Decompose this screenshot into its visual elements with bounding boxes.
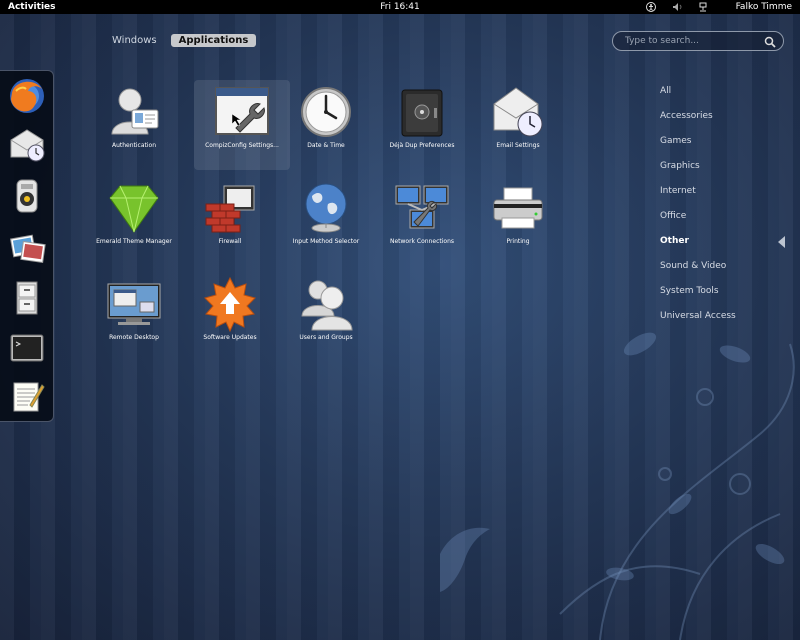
- globe-icon: [305, 183, 347, 233]
- app-label: CompizConfig Settings...: [205, 142, 279, 149]
- search-input[interactable]: [623, 35, 767, 47]
- file-cabinet-icon[interactable]: [6, 277, 48, 319]
- emerald-gem-icon: [109, 185, 159, 233]
- safe-icon: [401, 89, 443, 137]
- text-editor-icon[interactable]: [6, 375, 48, 417]
- app-remote-desktop[interactable]: Remote Desktop: [86, 272, 182, 362]
- remote-desktop-icon: [107, 283, 161, 325]
- category-internet[interactable]: Internet: [660, 184, 736, 209]
- terminal-icon[interactable]: [6, 327, 48, 369]
- email-settings-icon: [493, 87, 543, 137]
- category-sound-video[interactable]: Sound & Video: [660, 259, 736, 284]
- category-accessories[interactable]: Accessories: [660, 109, 736, 134]
- app-label: Input Method Selector: [292, 238, 360, 245]
- compizconfig-icon: [215, 87, 269, 135]
- app-compizconfig-settings[interactable]: CompizConfig Settings...: [194, 80, 290, 170]
- app-authentication[interactable]: Authentication: [86, 80, 182, 170]
- rhythmbox-icon[interactable]: [6, 175, 48, 217]
- activities-button[interactable]: Activities: [8, 0, 56, 14]
- accessibility-icon[interactable]: [646, 0, 656, 14]
- app-firewall[interactable]: Firewall: [182, 176, 278, 266]
- volume-icon[interactable]: [672, 0, 684, 14]
- app-deja-dup-preferences[interactable]: Déjà Dup Preferences: [374, 80, 470, 170]
- printer-icon: [493, 187, 543, 229]
- app-label: Emerald Theme Manager: [96, 238, 172, 245]
- firewall-icon: [205, 185, 255, 233]
- shotwell-photos-icon[interactable]: [6, 227, 48, 269]
- app-label: Date & Time: [307, 142, 345, 149]
- dash-favorites: [0, 70, 54, 422]
- search-box[interactable]: [612, 31, 784, 51]
- app-input-method-selector[interactable]: Input Method Selector: [278, 176, 374, 266]
- category-office[interactable]: Office: [660, 209, 736, 234]
- clock[interactable]: Fri 16:41: [380, 2, 420, 12]
- network-icon: [395, 185, 449, 229]
- category-universal-access[interactable]: Universal Access: [660, 309, 736, 334]
- app-label: Déjà Dup Preferences: [389, 142, 455, 149]
- user-menu[interactable]: Falko Timme: [736, 0, 792, 14]
- category-games[interactable]: Games: [660, 134, 736, 159]
- evolution-mail-icon[interactable]: [6, 123, 48, 165]
- software-update-icon: [204, 276, 256, 332]
- app-network-connections[interactable]: Network Connections: [374, 176, 470, 266]
- applications-tab[interactable]: Applications: [170, 34, 257, 47]
- network-status-icon[interactable]: [698, 0, 708, 14]
- app-emerald-theme-manager[interactable]: Emerald Theme Manager: [86, 176, 182, 266]
- search-icon: [764, 36, 776, 48]
- app-users-and-groups[interactable]: Users and Groups: [278, 272, 374, 362]
- authentication-icon: [111, 88, 159, 135]
- app-printing[interactable]: Printing: [470, 176, 566, 266]
- app-label: Network Connections: [389, 238, 455, 245]
- app-label: Users and Groups: [299, 334, 353, 341]
- app-label: Email Settings: [496, 142, 540, 149]
- category-all[interactable]: All: [660, 84, 736, 109]
- category-other[interactable]: Other: [660, 234, 736, 259]
- app-date-time[interactable]: Date & Time: [278, 80, 374, 170]
- app-label: Authentication: [111, 142, 157, 149]
- users-icon: [301, 280, 353, 331]
- app-software-updates[interactable]: Software Updates: [182, 272, 278, 362]
- firefox-icon[interactable]: [6, 75, 48, 117]
- clock-icon: [301, 87, 351, 137]
- app-label: Firewall: [218, 238, 242, 245]
- category-graphics[interactable]: Graphics: [660, 159, 736, 184]
- category-list: All Accessories Games Graphics Internet …: [660, 84, 736, 334]
- app-label: Printing: [506, 238, 530, 245]
- selected-category-indicator-icon: [778, 236, 785, 248]
- app-email-settings[interactable]: Email Settings: [470, 80, 566, 170]
- category-system-tools[interactable]: System Tools: [660, 284, 736, 309]
- app-label: Software Updates: [203, 334, 257, 341]
- view-selector: Windows Applications: [104, 34, 257, 47]
- top-bar: Activities Fri 16:41 Falko Timme: [0, 0, 800, 14]
- app-label: Remote Desktop: [109, 334, 159, 341]
- windows-tab[interactable]: Windows: [104, 34, 165, 47]
